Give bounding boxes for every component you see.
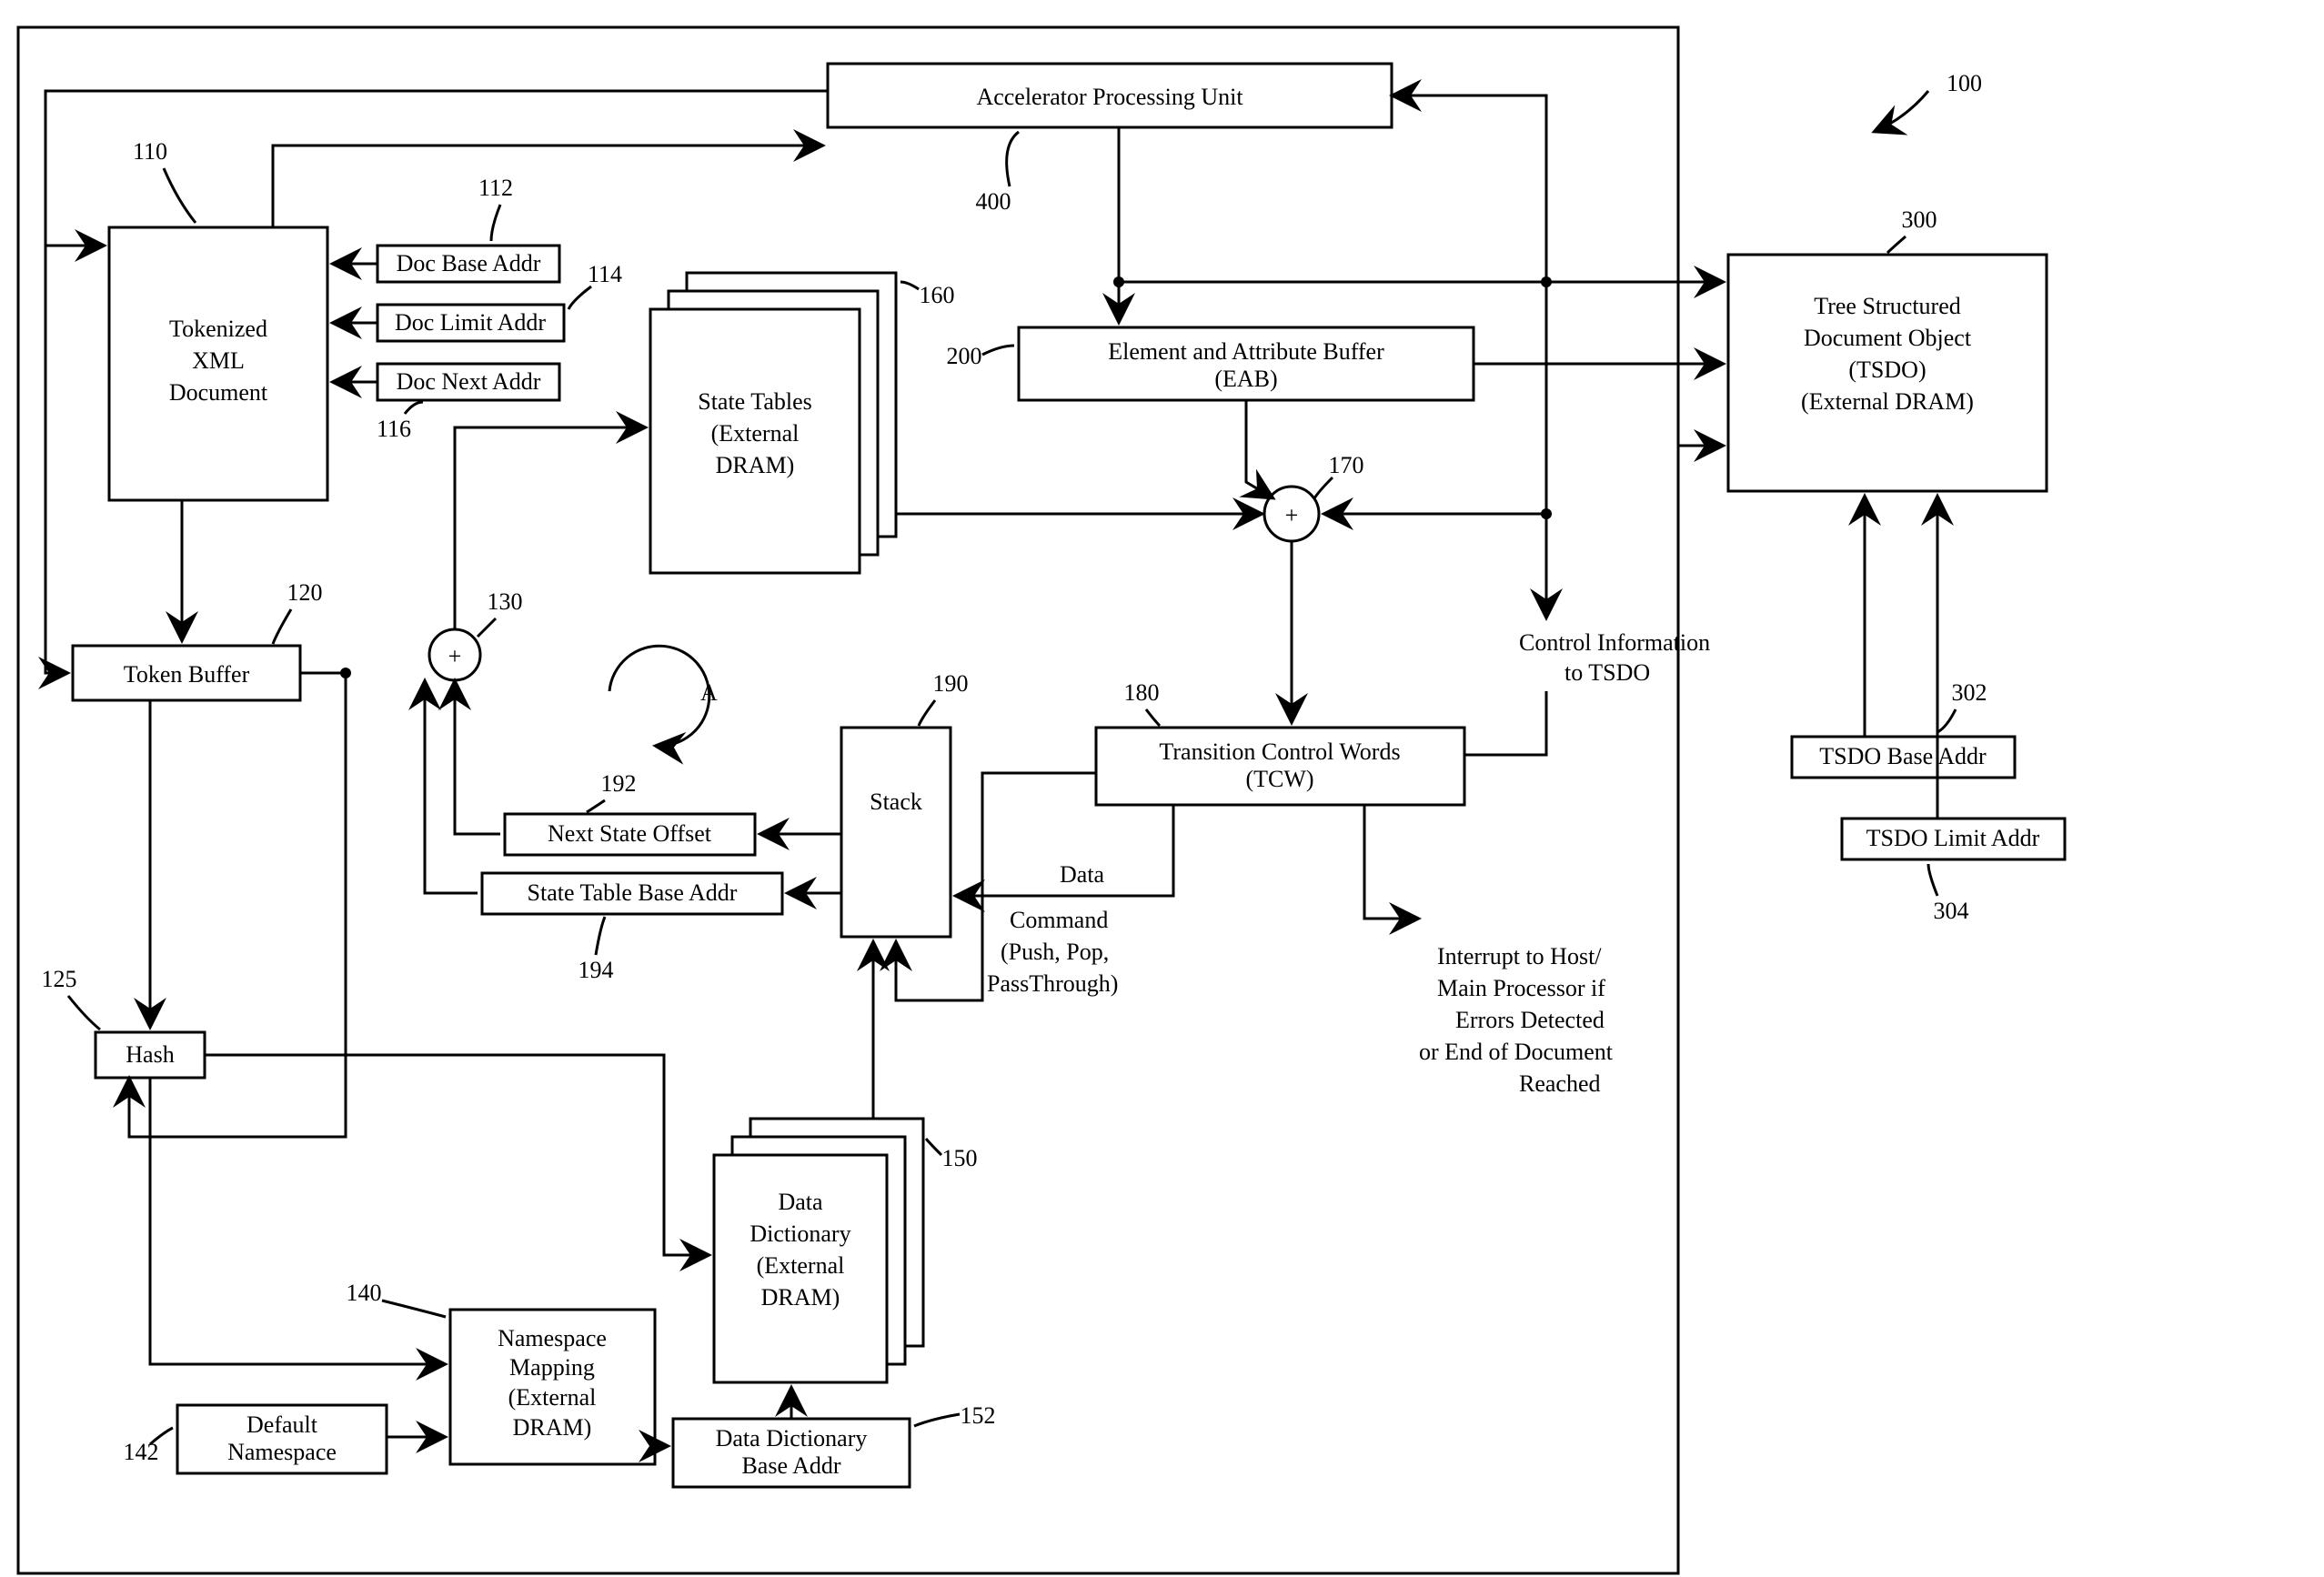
label-400: 400 bbox=[976, 188, 1011, 215]
tokenized-l3: Document bbox=[169, 379, 268, 406]
cmd-l3: PassThrough) bbox=[987, 970, 1118, 997]
nsmap-l1: Namespace bbox=[498, 1325, 607, 1351]
nsmap-l3: (External bbox=[508, 1384, 597, 1411]
lead-100 bbox=[1874, 91, 1928, 132]
default-l2: Namespace bbox=[227, 1439, 337, 1465]
int-l3: Errors Detected bbox=[1455, 1007, 1605, 1033]
label-192: 192 bbox=[601, 770, 637, 797]
label-302: 302 bbox=[1952, 679, 1987, 706]
lead-300 bbox=[1887, 236, 1906, 253]
dd-l2: Dictionary bbox=[750, 1220, 850, 1247]
cmd-l2: (Push, Pop, bbox=[1001, 939, 1109, 965]
label-112: 112 bbox=[478, 175, 513, 201]
doc-limit-label: Doc Limit Addr bbox=[395, 309, 546, 336]
state-tables-l1: State Tables bbox=[698, 388, 812, 415]
plus-170: + bbox=[1285, 502, 1299, 528]
label-170: 170 bbox=[1329, 452, 1364, 478]
lead-302 bbox=[1937, 709, 1956, 732]
doc-base-label: Doc Base Addr bbox=[397, 250, 541, 276]
stack-label: Stack bbox=[870, 788, 922, 815]
stack-block bbox=[841, 728, 951, 937]
accel-label: Accelerator Processing Unit bbox=[976, 84, 1243, 110]
label-116: 116 bbox=[377, 416, 411, 442]
eab-l2: (EAB) bbox=[1214, 366, 1277, 392]
tcw-l2: (TCW) bbox=[1245, 766, 1313, 792]
tsdo-l2: Document Object bbox=[1804, 325, 1972, 351]
int-l2: Main Processor if bbox=[1437, 975, 1605, 1001]
label-190: 190 bbox=[933, 670, 969, 697]
tcw-l1: Transition Control Words bbox=[1159, 738, 1400, 765]
tsdo-base-label: TSDO Base Addr bbox=[1819, 743, 1987, 769]
state-tables-l3: DRAM) bbox=[716, 452, 795, 478]
ctrl-l2: to TSDO bbox=[1564, 659, 1650, 686]
doc-next-label: Doc Next Addr bbox=[397, 368, 541, 395]
tsdo-limit-label: TSDO Limit Addr bbox=[1866, 825, 2040, 851]
dd-l4: DRAM) bbox=[761, 1284, 840, 1311]
label-300: 300 bbox=[1902, 206, 1937, 233]
dd-base-l2: Base Addr bbox=[741, 1452, 840, 1479]
tsdo-l3: (TSDO) bbox=[1848, 357, 1926, 383]
dd-l1: Data bbox=[778, 1189, 823, 1215]
next-state-label: Next State Offset bbox=[548, 820, 712, 847]
label-304: 304 bbox=[1934, 898, 1969, 924]
nsmap-l4: DRAM) bbox=[513, 1414, 592, 1441]
state-tables-l2: (External bbox=[711, 420, 800, 447]
tsdo-l4: (External DRAM) bbox=[1801, 388, 1974, 415]
label-125: 125 bbox=[42, 966, 77, 992]
tokenized-l1: Tokenized bbox=[169, 316, 267, 342]
label-200: 200 bbox=[947, 343, 982, 369]
cmd-l1: Command bbox=[1010, 907, 1108, 933]
label-120: 120 bbox=[287, 579, 323, 606]
data-label: Data bbox=[1060, 861, 1105, 888]
eab-l1: Element and Attribute Buffer bbox=[1108, 338, 1384, 365]
int-l4: or End of Document bbox=[1419, 1039, 1614, 1065]
nsmap-l2: Mapping bbox=[509, 1354, 595, 1381]
dd-l3: (External bbox=[757, 1252, 845, 1279]
default-l1: Default bbox=[246, 1411, 318, 1438]
state-base-label: State Table Base Addr bbox=[528, 879, 738, 906]
label-140: 140 bbox=[347, 1280, 382, 1306]
label-110: 110 bbox=[133, 138, 167, 165]
label-160: 160 bbox=[920, 282, 955, 308]
token-buffer-label: Token Buffer bbox=[124, 661, 250, 688]
label-100: 100 bbox=[1947, 70, 1982, 96]
label-150: 150 bbox=[942, 1145, 978, 1171]
label-194: 194 bbox=[578, 957, 614, 983]
label-A: A bbox=[700, 679, 718, 706]
int-l5: Reached bbox=[1519, 1070, 1601, 1097]
tsdo-l1: Tree Structured bbox=[1814, 293, 1961, 319]
label-180: 180 bbox=[1124, 679, 1160, 706]
tokenized-l2: XML bbox=[192, 347, 245, 374]
ctrl-l1: Control Information bbox=[1519, 629, 1710, 656]
lead-304 bbox=[1928, 864, 1937, 896]
plus-130: + bbox=[448, 643, 462, 669]
hash-label: Hash bbox=[126, 1041, 174, 1068]
label-152: 152 bbox=[961, 1402, 996, 1429]
int-l1: Interrupt to Host/ bbox=[1437, 943, 1602, 969]
label-130: 130 bbox=[488, 588, 523, 615]
dd-base-l1: Data Dictionary bbox=[716, 1425, 868, 1451]
diagram-canvas: Accelerator Processing Unit 400 100 Toke… bbox=[0, 0, 2324, 1577]
label-114: 114 bbox=[588, 261, 622, 287]
